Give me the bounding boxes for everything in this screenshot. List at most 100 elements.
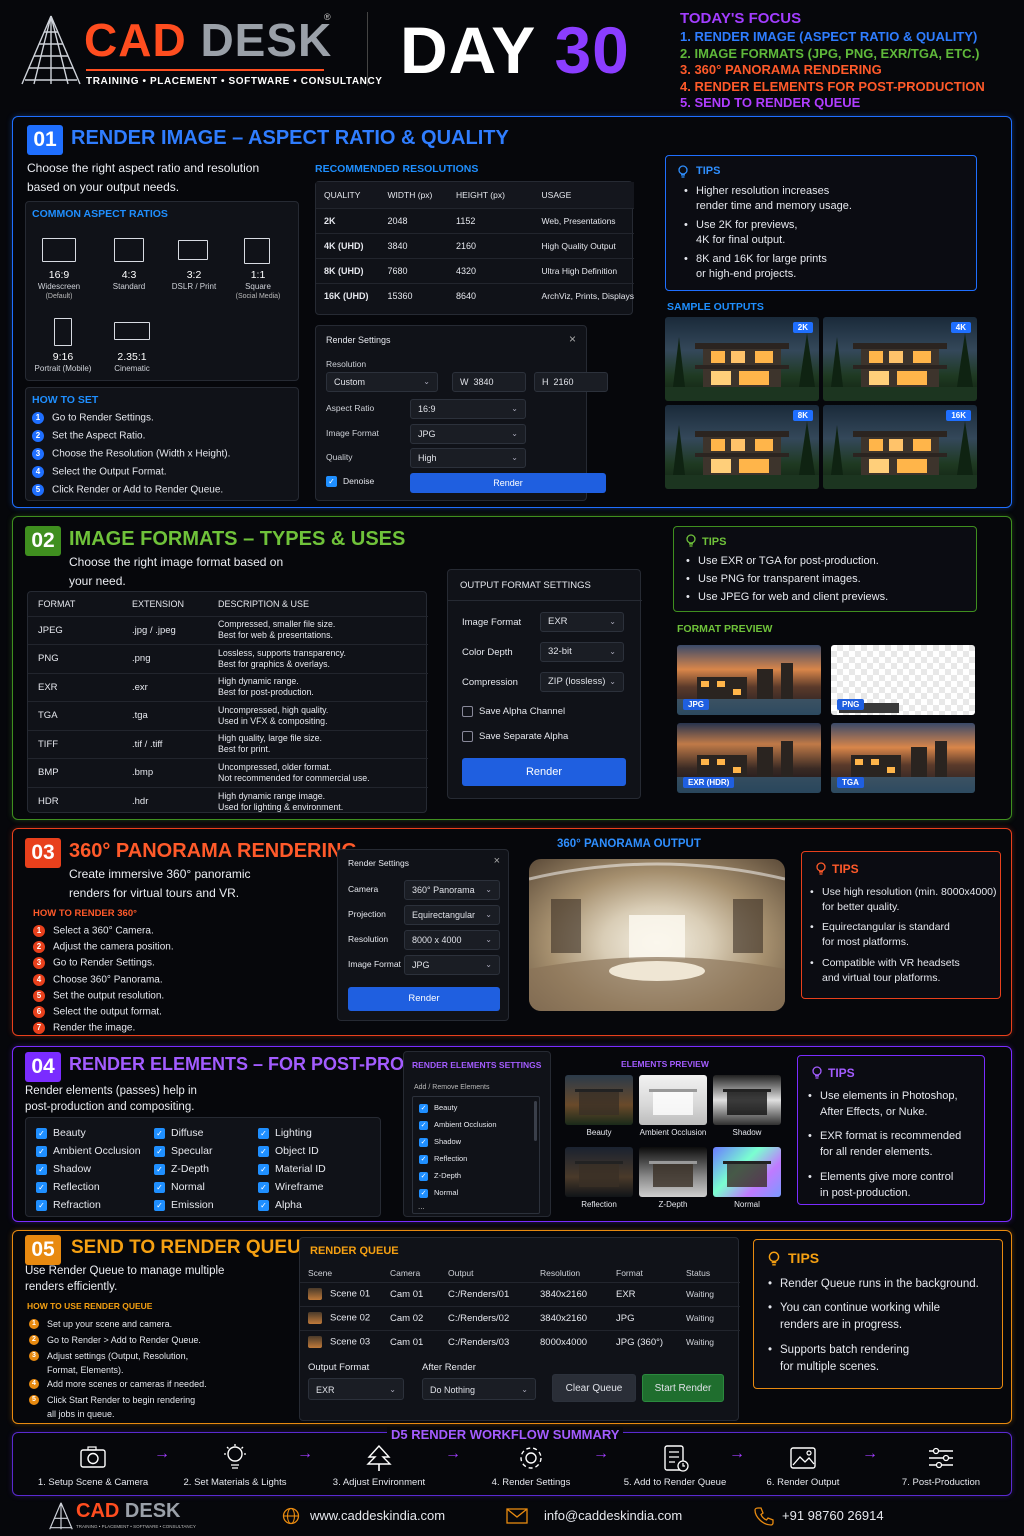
queue-cell-value: Scene 01 <box>330 1288 371 1300</box>
render-element-checkbox[interactable]: ✓ Alpha <box>258 1199 302 1211</box>
element-preview-thumbnail <box>639 1147 707 1197</box>
table-header-cell: HEIGHT (px) <box>455 189 505 200</box>
render-element-checkbox[interactable]: ✓ Z-Depth <box>154 1163 209 1175</box>
projection-value: Equirectangular <box>412 910 476 920</box>
render-element-checkbox[interactable]: ✓ Specular <box>154 1145 212 1157</box>
formats-table: FORMAT EXTENSION DESCRIPTION & USE JPEG .jpg… <box>28 592 428 816</box>
render-button[interactable]: Render <box>410 473 606 493</box>
aspect-ratio-frame-icon <box>114 322 150 340</box>
resolution-label: Resolution <box>326 359 367 369</box>
image-format-select[interactable]: JPG ⌄ <box>410 424 526 444</box>
ratio-sub: (Social Media) <box>235 293 281 300</box>
queue-row[interactable]: Scene 02 Cam 02 C:/Renders/02 3840x2160 JPG W… <box>300 1306 740 1330</box>
footer-phone[interactable]: +91 98760 26914 <box>782 1508 884 1523</box>
color-depth-select[interactable]: 32-bit ⌄ <box>540 642 624 662</box>
render-element-checkbox[interactable]: ✓ Object ID <box>258 1145 319 1157</box>
bulb-icon <box>816 862 826 875</box>
close-icon[interactable]: × <box>494 855 500 867</box>
tip-line: Use JPEG for web and client previews. <box>698 591 889 603</box>
aspect-ratio-item[interactable]: 4:3 Standard <box>98 270 160 292</box>
settings-element-item[interactable]: ✓ Normal <box>419 1188 458 1198</box>
aspect-ratio-item[interactable]: 9:16 Portrait (Mobile) <box>26 352 100 374</box>
image-format-select[interactable]: EXR ⌄ <box>540 612 624 632</box>
after-render-label: After Render <box>422 1362 476 1373</box>
clear-queue-button[interactable]: Clear Queue <box>552 1374 636 1402</box>
settings-element-item[interactable]: ✓ Z-Depth <box>419 1171 461 1181</box>
aspect-ratio-item[interactable]: 16:9 Widescreen (Default) <box>26 270 92 301</box>
section-number: 03 <box>25 838 61 868</box>
camera-label: Camera <box>348 884 379 894</box>
sample-output-thumbnail: 4K <box>823 317 977 401</box>
quality-select[interactable]: High ⌄ <box>410 448 526 468</box>
scrollbar[interactable] <box>534 1101 537 1141</box>
queue-row[interactable]: Scene 01 Cam 01 C:/Renders/01 3840x2160 EXR W… <box>300 1282 740 1306</box>
registered-mark: ® <box>324 12 331 22</box>
render-element-label: Lighting <box>275 1127 312 1139</box>
settings-element-item[interactable]: ✓ Beauty <box>419 1103 457 1113</box>
bulb-icon <box>768 1251 780 1266</box>
aspect-ratio-item[interactable]: 1:1 Square (Social Media) <box>226 270 290 301</box>
resolution-select[interactable]: Custom ⌄ <box>326 372 438 392</box>
resolution-select[interactable]: 8000 x 4000 ⌄ <box>404 930 500 950</box>
render-element-checkbox[interactable]: ✓ Material ID <box>258 1163 326 1175</box>
intro-line: Render elements (passes) help in <box>25 1085 197 1097</box>
render-element-checkbox[interactable]: ✓ Ambient Occlusion <box>36 1145 141 1157</box>
footer-website[interactable]: www.caddeskindia.com <box>310 1508 445 1523</box>
footer-email[interactable]: info@caddeskindia.com <box>544 1508 682 1523</box>
denoise-checkbox[interactable]: ✓ Denoise <box>326 476 374 488</box>
projection-select[interactable]: Equirectangular ⌄ <box>404 905 500 925</box>
render-element-checkbox[interactable]: ✓ Reflection <box>36 1181 100 1193</box>
image-format-value: JPG <box>418 429 436 439</box>
description-line: High dynamic range image. <box>218 790 326 801</box>
aspect-ratio-item[interactable]: 3:2 DSLR / Print <box>166 270 222 292</box>
checkbox-empty-icon <box>462 706 473 717</box>
sample-output-thumbnail: 16K <box>823 405 977 489</box>
close-icon[interactable]: × <box>569 332 576 346</box>
width-value: 3840 <box>473 377 494 387</box>
settings-element-item[interactable]: ✓ Reflection <box>419 1154 467 1164</box>
save-separate-alpha-checkbox[interactable]: Save Separate Alpha <box>462 731 568 742</box>
settings-element-item[interactable]: ✓ Shadow <box>419 1137 461 1147</box>
workflow-step-label: 6. Render Output <box>766 1477 840 1488</box>
height-input[interactable]: H 2160 <box>534 372 608 392</box>
table-cell: ArchViz, Prints, Displays <box>541 290 634 301</box>
render-element-checkbox[interactable]: ✓ Shadow <box>36 1163 91 1175</box>
start-render-button[interactable]: Start Render <box>642 1374 724 1402</box>
image-format-select[interactable]: JPG ⌄ <box>404 955 500 975</box>
sliders-icon <box>929 1447 953 1469</box>
width-input[interactable]: W 3840 <box>452 372 526 392</box>
tips-box: TIPS Render Queue runs in the background… <box>753 1239 1003 1389</box>
settings-label: RENDER ELEMENTS SETTINGS <box>412 1060 542 1070</box>
chevron-down-icon: ⌄ <box>389 1385 396 1394</box>
render-element-checkbox[interactable]: ✓ Wireframe <box>258 1181 323 1193</box>
compression-select[interactable]: ZIP (lossless) ⌄ <box>540 672 624 692</box>
camera-select[interactable]: 360° Panorama ⌄ <box>404 880 500 900</box>
formats-table-panel: FORMAT EXTENSION DESCRIPTION & USE JPEG .jpg… <box>27 591 428 816</box>
resolution-value: Custom <box>334 377 366 387</box>
how-to-step: 3 Choose the Resolution (Width x Height). <box>32 448 230 460</box>
aspect-ratio-select[interactable]: 16:9 ⌄ <box>410 399 526 419</box>
output-format-select[interactable]: EXR ⌄ <box>308 1378 404 1400</box>
render-element-checkbox[interactable]: ✓ Normal <box>154 1181 205 1193</box>
render-element-checkbox[interactable]: ✓ Beauty <box>36 1127 86 1139</box>
render-element-checkbox[interactable]: ✓ Diffuse <box>154 1127 204 1139</box>
table-row: EXR .exr High dynamic range. Best for post-… <box>28 673 428 702</box>
height-label: H <box>542 377 549 387</box>
render-element-checkbox[interactable]: ✓ Refraction <box>36 1199 101 1211</box>
queue-row[interactable]: Scene 03 Cam 01 C:/Renders/03 8000x4000 JPG … <box>300 1330 740 1354</box>
footer-brand-part2: DESK <box>124 1500 181 1522</box>
element-preview-thumbnail <box>713 1075 781 1125</box>
render-element-checkbox[interactable]: ✓ Emission <box>154 1199 214 1211</box>
tip-line: Elements give more control <box>820 1171 954 1183</box>
render-element-checkbox[interactable]: ✓ Lighting <box>258 1127 312 1139</box>
element-preview-label: Ambient Occlusion <box>639 1128 707 1137</box>
tip-item: Use EXR or TGA for post-production. <box>686 554 879 569</box>
render-button[interactable]: Render <box>462 758 626 786</box>
settings-element-item[interactable]: ✓ Ambient Occlusion <box>419 1120 497 1130</box>
save-alpha-checkbox[interactable]: Save Alpha Channel <box>462 706 565 717</box>
after-render-select[interactable]: Do Nothing ⌄ <box>422 1378 536 1400</box>
aspect-ratio-item[interactable]: 2.35:1 Cinematic <box>98 352 166 374</box>
format-preview-thumbnail: EXR (HDR) <box>677 723 821 793</box>
render-button[interactable]: Render <box>348 987 500 1011</box>
table-cell: 7680 <box>387 265 408 276</box>
